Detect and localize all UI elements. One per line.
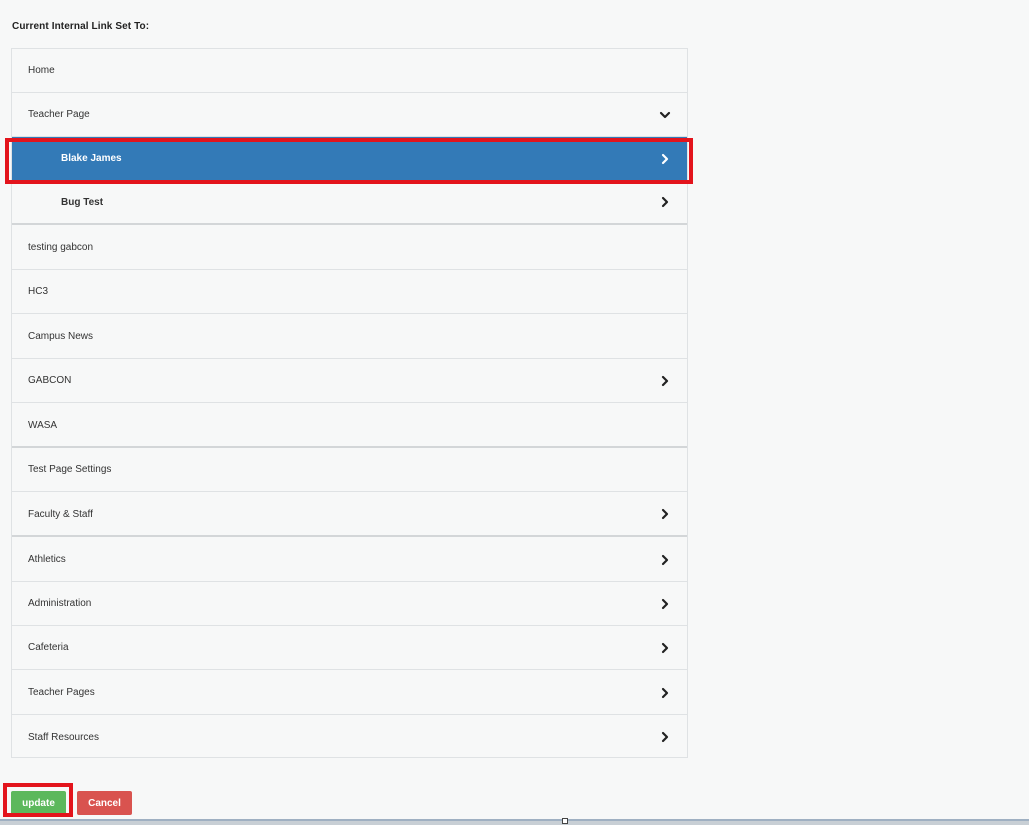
- tree-item-bug-test[interactable]: Bug Test: [12, 181, 687, 225]
- tree-item-label: Cafeteria: [28, 642, 69, 653]
- chevron-right-icon[interactable]: [659, 598, 671, 610]
- tree-item-label: Home: [28, 65, 55, 76]
- bottom-border-shade: [0, 819, 1029, 821]
- tree-item-label: HC3: [28, 286, 49, 297]
- tree-item-home[interactable]: Home: [12, 49, 687, 93]
- resize-handle[interactable]: [562, 818, 568, 824]
- tree-item-label: WASA: [28, 419, 58, 431]
- tree-item-label: Administration: [28, 598, 92, 609]
- tree-item-label: testing gabcon: [28, 242, 94, 253]
- tree-item-teacher-pages[interactable]: Teacher Pages: [12, 671, 687, 715]
- update-button[interactable]: update: [11, 791, 66, 815]
- chevron-right-icon[interactable]: [659, 375, 671, 387]
- tree-item-label: Athletics: [28, 554, 66, 565]
- page-title: Current Internal Link Set To:: [12, 21, 150, 32]
- tree-item-hc3[interactable]: HC3: [12, 270, 687, 314]
- tree-item-label: GABCON: [28, 375, 72, 386]
- cancel-button[interactable]: Cancel: [77, 791, 132, 815]
- chevron-right-icon[interactable]: [659, 554, 671, 566]
- tree-item-administration[interactable]: Administration: [12, 582, 687, 626]
- chevron-right-icon[interactable]: [659, 196, 671, 208]
- tree-item-athletics[interactable]: Athletics: [12, 538, 687, 582]
- tree-item-wasa[interactable]: WASA: [12, 404, 687, 448]
- tree-item-label: Bug Test: [61, 196, 104, 208]
- tree-item-label: Faculty & Staff: [28, 508, 93, 520]
- tree-item-label: Teacher Pages: [28, 687, 95, 698]
- chevron-right-icon[interactable]: [659, 731, 671, 743]
- tree-item-label: Test Page Settings: [28, 464, 112, 475]
- chevron-down-icon[interactable]: [659, 109, 671, 121]
- tree-item-label: Blake James: [61, 153, 122, 164]
- tree-item-teacher-page[interactable]: Teacher Page: [12, 93, 687, 137]
- tree-item-label: Campus News: [28, 331, 94, 342]
- tree-item-blake-james[interactable]: Blake James: [12, 137, 687, 181]
- tree-item-test-page-settings[interactable]: Test Page Settings: [12, 448, 687, 492]
- tree-item-testing-gabcon[interactable]: testing gabcon: [12, 226, 687, 270]
- link-tree-panel: Home Teacher Page Blake James Bug Test t…: [11, 48, 688, 758]
- tree-item-campus-news[interactable]: Campus News: [12, 315, 687, 359]
- chevron-right-icon[interactable]: [659, 642, 671, 654]
- tree-item-label: Teacher Page: [28, 109, 90, 120]
- dialog-bottom-border: [0, 819, 1029, 825]
- chevron-right-icon[interactable]: [659, 687, 671, 699]
- tree-item-cafeteria[interactable]: Cafeteria: [12, 626, 687, 670]
- chevron-right-icon[interactable]: [659, 153, 671, 165]
- tree-item-label: Staff Resources: [28, 731, 99, 743]
- tree-item-faculty-staff[interactable]: Faculty & Staff: [12, 493, 687, 537]
- tree-item-gabcon[interactable]: GABCON: [12, 359, 687, 403]
- tree-item-staff-resources[interactable]: Staff Resources: [12, 715, 687, 759]
- chevron-right-icon[interactable]: [659, 508, 671, 520]
